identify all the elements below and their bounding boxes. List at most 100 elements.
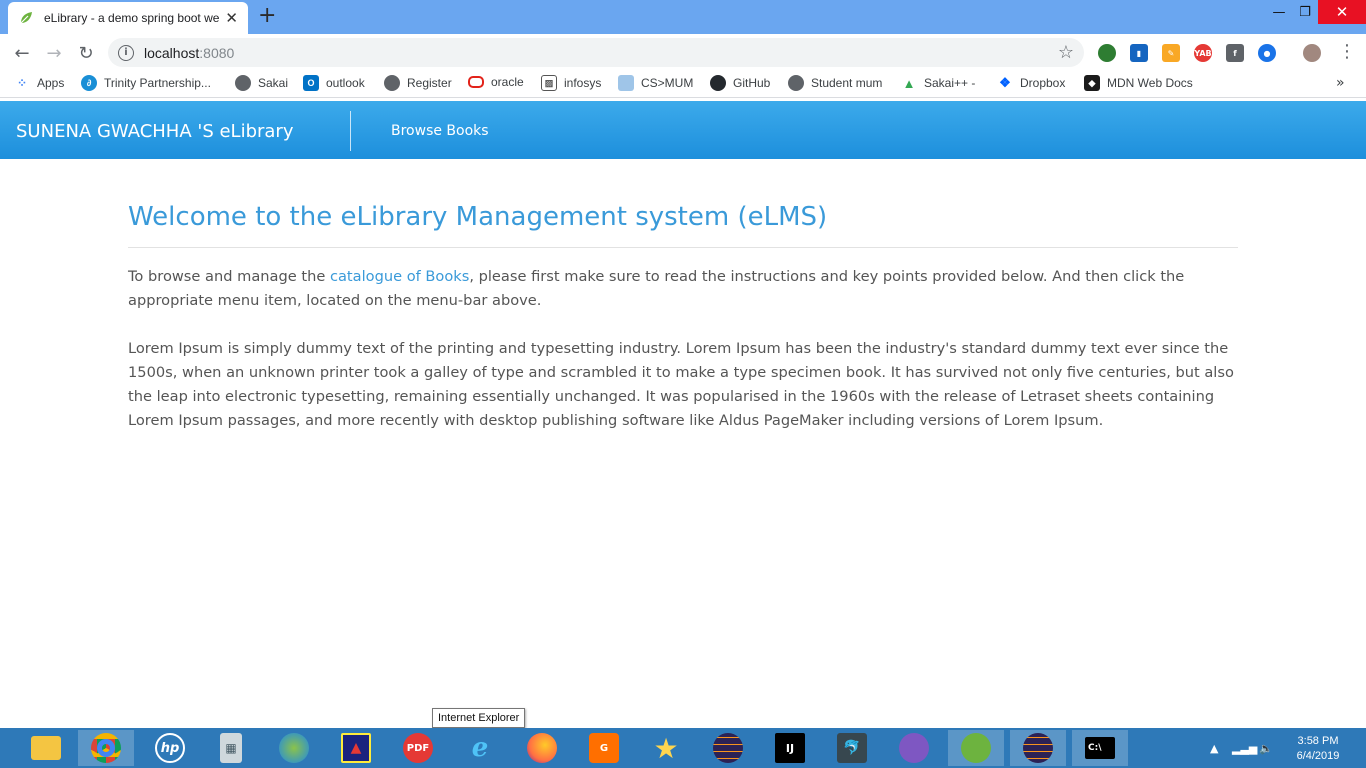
network-signal-icon[interactable]: ▂▃▅ (1232, 728, 1257, 768)
internet-explorer-icon: e (471, 733, 489, 763)
volume-icon[interactable]: 🔈 (1259, 728, 1273, 768)
url-port: :8080 (199, 44, 235, 61)
apps-grid-icon: ⁘ (16, 76, 28, 90)
taskbar-tooltip: Internet Explorer (432, 708, 526, 728)
eclipse-icon (713, 733, 743, 763)
browser-toolbar: ← → ↻ i localhost:8080 ☆ ▮ ✎ YAB f ● ⋮ (0, 34, 1366, 70)
bookmark-label: MDN Web Docs (1107, 76, 1193, 90)
globe-icon (279, 733, 309, 763)
github-icon (710, 75, 726, 91)
image-icon: ▨ (541, 75, 557, 91)
bookmark-label: infosys (564, 76, 602, 90)
bookmark-sakaipp[interactable]: ▲ Sakai++ - (901, 75, 976, 91)
clock-date: 6/4/2019 (1296, 750, 1340, 762)
taskbar-eclipse-2[interactable] (1010, 730, 1066, 766)
windows-taskbar: hp ▦ ▲ PDF e G ★ IJ 🐬 C:\ ▲ ▂▃▅ 🔈 3:58 P… (0, 728, 1366, 768)
taskbar-star-app[interactable]: ★ (638, 730, 694, 766)
taskbar-eclipse[interactable] (700, 730, 756, 766)
calculator-icon: ▦ (220, 733, 242, 763)
taskbar-intellij[interactable]: IJ (762, 730, 818, 766)
taskbar-network[interactable] (266, 730, 322, 766)
extension-globe-icon[interactable] (1098, 44, 1116, 62)
taskbar-cmd[interactable]: C:\ (1072, 730, 1128, 766)
taskbar-hp[interactable]: hp (142, 730, 198, 766)
cmd-icon: C:\ (1085, 737, 1115, 759)
main-content: Welcome to the eLibrary Management syste… (128, 200, 1238, 433)
browser-tab-strip: eLibrary - a demo spring boot we ✕ + — ❐… (0, 0, 1366, 34)
dropbox-icon: ❖ (999, 75, 1011, 90)
globe-icon (235, 75, 251, 91)
bookmark-oracle[interactable]: oracle (468, 75, 524, 89)
trinity-icon: ∂ (81, 75, 97, 91)
close-window-icon[interactable]: ✕ (1318, 0, 1366, 24)
spring-tool-icon (961, 733, 991, 763)
catalogue-link[interactable]: catalogue of Books (330, 268, 469, 285)
extension-chart-icon[interactable]: ▮ (1130, 44, 1148, 62)
firefox-icon (527, 733, 557, 763)
bookmark-infosys[interactable]: ▨ infosys (541, 75, 601, 91)
taskbar-spring-tool[interactable] (948, 730, 1004, 766)
bookmark-label: Sakai (258, 76, 289, 90)
browser-menu-icon[interactable]: ⋮ (1338, 41, 1356, 62)
lorem-paragraph: Lorem Ipsum is simply dummy text of the … (128, 340, 1234, 429)
site-info-icon[interactable]: i (118, 44, 134, 61)
bookmarks-overflow-icon[interactable]: » (1336, 75, 1345, 91)
intellij-icon: IJ (775, 733, 805, 763)
bookmark-student-mum[interactable]: Student mum (788, 75, 882, 91)
tab-title: eLibrary - a demo spring boot we (44, 11, 220, 25)
bookmark-csmum[interactable]: CS>MUM (618, 75, 693, 91)
tab-close-icon[interactable]: ✕ (225, 10, 238, 26)
taskbar-clock[interactable]: 3:58 PM 6/4/2019 (1288, 734, 1348, 764)
bookmark-apps[interactable]: ⁘ Apps (14, 75, 64, 91)
url-host: localhost (144, 44, 200, 61)
bookmark-star-icon[interactable]: ☆ (1058, 42, 1074, 63)
extension-yab-icon[interactable]: YAB (1194, 44, 1212, 62)
forward-icon[interactable]: → (42, 41, 66, 65)
globe-icon (788, 75, 804, 91)
taskbar-internet-explorer[interactable]: e (452, 730, 508, 766)
bookmark-sakai[interactable]: Sakai (235, 75, 288, 91)
nav-browse-books[interactable]: Browse Books (391, 123, 489, 139)
title-divider (128, 247, 1238, 248)
bookmark-github[interactable]: GitHub (710, 75, 770, 91)
bookmark-trinity[interactable]: ∂ Trinity Partnership... (81, 75, 211, 91)
star-app-icon: ★ (653, 731, 679, 765)
tray-overflow-icon[interactable]: ▲ (1210, 728, 1218, 768)
address-bar[interactable]: i localhost:8080 ☆ (108, 38, 1084, 67)
intro-paragraph: To browse and manage the catalogue of Bo… (128, 265, 1238, 313)
restore-icon[interactable]: ❐ (1288, 0, 1322, 24)
bookmark-label: GitHub (733, 76, 771, 90)
taskbar-nepal-app[interactable]: ▲ (328, 730, 384, 766)
bookmark-label: Sakai++ - (924, 76, 976, 90)
bookmarks-bar: ⁘ Apps ∂ Trinity Partnership... Sakai O … (0, 70, 1366, 98)
taskbar-chrome[interactable] (78, 730, 134, 766)
eclipse-icon (1023, 733, 1053, 763)
back-icon[interactable]: ← (10, 41, 34, 65)
extension-facebook-icon[interactable]: f (1226, 44, 1244, 62)
taskbar-pdf[interactable]: PDF (390, 730, 446, 766)
file-explorer-icon (31, 736, 61, 760)
browser-tab[interactable]: eLibrary - a demo spring boot we ✕ (8, 2, 248, 34)
taskbar-calculator[interactable]: ▦ (203, 730, 259, 766)
profile-avatar[interactable] (1303, 44, 1321, 62)
taskbar-foxit[interactable]: G (576, 730, 632, 766)
intro-text-start: To browse and manage the (128, 268, 330, 285)
navbar-divider (350, 111, 351, 151)
bookmark-label: oracle (491, 75, 524, 89)
bookmark-mdn[interactable]: ◆ MDN Web Docs (1084, 75, 1193, 91)
taskbar-firefox[interactable] (514, 730, 570, 766)
taskbar-github-desktop[interactable] (886, 730, 942, 766)
new-tab-icon[interactable]: + (258, 5, 276, 27)
outlook-icon: O (303, 75, 319, 91)
taskbar-file-explorer[interactable] (18, 730, 74, 766)
mdn-icon: ◆ (1084, 75, 1100, 91)
taskbar-mysql[interactable]: 🐬 (824, 730, 880, 766)
extension-pencil-icon[interactable]: ✎ (1162, 44, 1180, 62)
bookmark-outlook[interactable]: O outlook (303, 75, 365, 91)
brand-title[interactable]: SUNENA GWACHHA 'S eLibrary (16, 121, 293, 142)
bookmark-register[interactable]: Register (384, 75, 452, 91)
bookmark-dropbox[interactable]: ❖ Dropbox (997, 75, 1065, 91)
extension-search-icon[interactable]: ● (1258, 44, 1276, 62)
reload-icon[interactable]: ↻ (74, 41, 98, 65)
bookmark-label: Student mum (811, 76, 883, 90)
